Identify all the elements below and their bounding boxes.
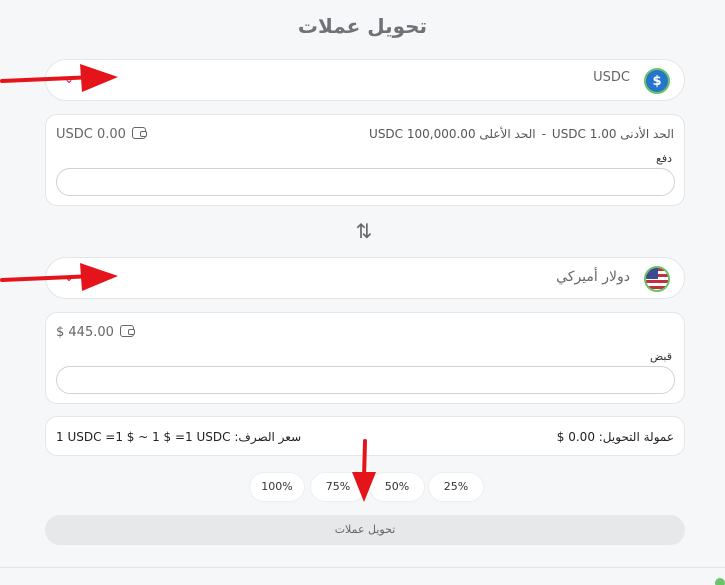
receive-amount-input[interactable] [56,366,675,394]
chevron-down-icon: ⌄ [64,270,75,284]
rate-box: عمولة التحويل: 0.00 $ 1 USDC =1 $ ~ 1 $ … [45,416,685,456]
percent-100-button[interactable]: 100% [249,472,305,502]
receive-box: $ 445.00 قبض [45,312,685,404]
chevron-down-icon: ⌄ [64,72,75,86]
to-currency-label: دولار أميركي [556,269,630,285]
page-title: تحويل عملات [297,14,428,38]
pay-box: الحد الأدنى USDC 1.00-الحد الأعلى USDC 1… [45,114,685,206]
from-currency-select[interactable]: ⌄ USDC $ [45,59,685,101]
limits-text: الحد الأدنى USDC 1.00-الحد الأعلى USDC 1… [369,127,674,141]
from-currency-label: USDC [593,70,630,85]
us-flag-icon [644,266,670,292]
receive-label: قبض [649,350,672,363]
percent-25-button[interactable]: 25% [428,472,484,502]
pay-label: دفع [655,152,672,165]
usdc-coin-icon: $ [644,68,670,94]
percent-75-button[interactable]: 75% [310,472,366,502]
pay-amount-input[interactable] [56,168,675,196]
to-currency-select[interactable]: ⌄ دولار أميركي [45,257,685,299]
swap-icon[interactable]: ⇅ [352,220,376,244]
footer-divider [0,567,725,568]
status-dot [715,578,725,585]
to-balance: $ 445.00 [56,325,135,340]
from-balance: USDC 0.00 [56,127,147,142]
conversion-fee: عمولة التحويل: 0.00 $ [556,430,674,444]
exchange-rate: 1 USDC =1 $ ~ 1 $ =1 USDC :سعر الصرف [56,430,302,444]
wallet-icon [131,127,147,139]
wallet-icon [119,325,135,337]
convert-button[interactable]: تحويل عملات [45,515,685,545]
percent-50-button[interactable]: 50% [369,472,425,502]
